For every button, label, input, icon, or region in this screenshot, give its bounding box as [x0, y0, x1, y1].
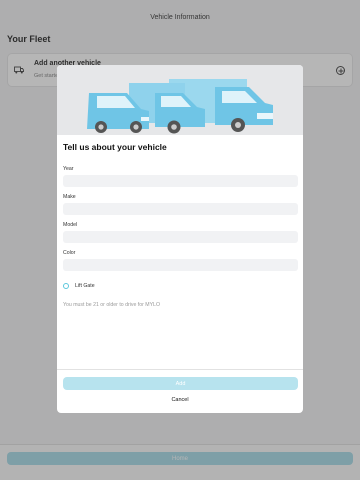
cancel-button[interactable]: Cancel — [57, 395, 303, 405]
model-label: Model — [63, 222, 78, 228]
add-button[interactable]: Add — [63, 377, 298, 390]
vehicle-modal: Tell us about your vehicle Year Make Mod… — [57, 65, 303, 413]
year-input[interactable] — [63, 175, 298, 187]
footer-divider — [57, 369, 303, 370]
modal-title: Tell us about your vehicle — [63, 142, 167, 152]
year-label: Year — [63, 166, 74, 172]
color-input[interactable] — [63, 259, 298, 271]
lift-gate-label[interactable]: Lift Gate — [75, 283, 95, 289]
trucks-illustration — [57, 65, 303, 135]
make-label: Make — [63, 194, 76, 200]
model-input[interactable] — [63, 231, 298, 243]
make-input[interactable] — [63, 203, 298, 215]
color-label: Color — [63, 250, 76, 256]
lift-gate-radio[interactable] — [63, 283, 69, 289]
age-requirement-note: You must be 21 or older to drive for MYL… — [63, 302, 160, 308]
